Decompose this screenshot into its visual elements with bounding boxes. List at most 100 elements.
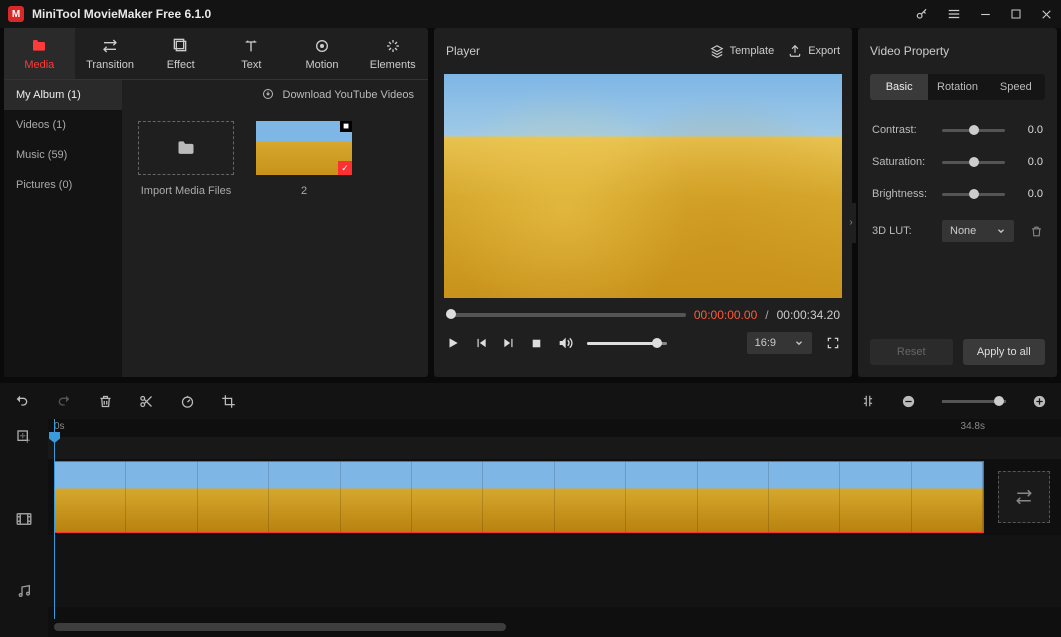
tab-effect-label: Effect [167,59,195,71]
contrast-label: Contrast: [872,124,932,136]
reset-button[interactable]: Reset [870,339,953,365]
video-track-icon [0,483,48,555]
download-label: Download YouTube Videos [283,89,415,101]
zoom-slider[interactable] [942,400,1006,403]
fit-button[interactable] [861,394,875,408]
title-bar: M MiniTool MovieMaker Free 6.1.0 [0,0,1061,28]
audio-track[interactable] [48,535,1061,607]
side-nav: My Album (1) Videos (1) Music (59) Pictu… [4,80,122,377]
redo-button[interactable] [56,393,72,409]
zoom-in-button[interactable] [1032,394,1047,409]
crop-button[interactable] [221,394,236,409]
add-track-button[interactable] [0,419,48,455]
key-icon[interactable] [915,7,929,21]
brightness-value: 0.0 [1015,188,1043,200]
next-frame-button[interactable] [502,336,516,350]
maximize-button[interactable] [1010,8,1022,20]
brightness-slider[interactable] [942,193,1005,196]
media-thumb-2[interactable]: ■ ✓ 2 [254,121,354,197]
volume-slider[interactable] [587,342,667,345]
tab-media[interactable]: Media [4,28,75,79]
ruler-start: 0s [54,421,65,432]
delete-button[interactable] [98,394,113,409]
stop-button[interactable] [530,337,543,350]
video-icon: ■ [340,121,352,132]
tab-basic[interactable]: Basic [870,74,928,100]
saturation-label: Saturation: [872,156,932,168]
import-media-button[interactable]: Import Media Files [136,121,236,197]
player-title: Player [446,44,696,58]
tab-text-label: Text [241,59,261,71]
aspect-select[interactable]: 16:9 [747,332,812,354]
split-button[interactable] [139,394,154,409]
lut-label: 3D LUT: [872,225,932,237]
effect-icon [172,37,190,55]
lut-select[interactable]: None [942,220,1014,242]
brightness-label: Brightness: [872,188,932,200]
tab-media-label: Media [24,59,54,71]
properties-pane: Video Property Basic Rotation Speed Cont… [858,28,1057,377]
ruler-end: 34.8s [961,421,985,432]
transition-placeholder[interactable] [998,471,1050,523]
fullscreen-button[interactable] [826,336,840,350]
timeline-scrollbar[interactable] [54,623,506,631]
timeline: 0s 34.8s [0,419,1061,637]
thumb-label: 2 [301,185,307,197]
playhead[interactable] [54,419,55,619]
contrast-value: 0.0 [1015,124,1043,136]
nav-pictures[interactable]: Pictures (0) [4,170,122,200]
tab-transition[interactable]: Transition [75,28,146,79]
timeline-toolbar [0,383,1061,419]
player-pane: Player Template Export 00:00:00.00 / 00:… [434,28,852,377]
motion-icon [313,37,331,55]
tab-elements-label: Elements [370,59,416,71]
text-icon [242,37,260,55]
export-button[interactable]: Export [788,44,840,58]
tab-text[interactable]: Text [216,28,287,79]
prev-frame-button[interactable] [474,336,488,350]
time-total: 00:00:34.20 [777,308,840,322]
props-title: Video Property [858,28,1057,74]
template-button[interactable]: Template [710,44,775,58]
volume-icon[interactable] [557,335,573,351]
app-logo-icon: M [8,6,24,22]
minimize-button[interactable] [979,8,992,21]
collapse-properties-button[interactable]: › [846,203,856,243]
tab-motion[interactable]: Motion [287,28,358,79]
time-current: 00:00:00.00 [694,308,757,322]
audio-track-icon [0,555,48,627]
transition-icon [101,37,119,55]
speed-button[interactable] [180,394,195,409]
menu-icon[interactable] [947,7,961,21]
video-clip[interactable] [54,461,984,533]
saturation-slider[interactable] [942,161,1005,164]
checkmark-icon: ✓ [338,161,352,175]
nav-music[interactable]: Music (59) [4,140,122,170]
import-label: Import Media Files [141,185,231,197]
tab-speed[interactable]: Speed [987,74,1045,100]
video-track[interactable] [48,461,1061,533]
undo-button[interactable] [14,393,30,409]
contrast-slider[interactable] [942,129,1005,132]
nav-videos[interactable]: Videos (1) [4,110,122,140]
nav-my-album[interactable]: My Album (1) [4,80,122,110]
play-button[interactable] [446,336,460,350]
saturation-value: 0.0 [1015,156,1043,168]
video-preview[interactable] [444,74,842,298]
folder-icon [30,37,48,55]
timeline-ruler[interactable]: 0s 34.8s [48,419,1061,435]
zoom-out-button[interactable] [901,394,916,409]
media-pane: Media Transition Effect Text Motion Elem… [4,28,428,377]
trash-icon[interactable] [1030,225,1043,238]
tab-elements[interactable]: Elements [357,28,428,79]
close-button[interactable] [1040,8,1053,21]
tab-motion-label: Motion [306,59,339,71]
scrub-bar[interactable] [446,313,686,317]
apply-all-button[interactable]: Apply to all [963,339,1046,365]
tab-rotation[interactable]: Rotation [928,74,986,100]
elements-icon [384,37,402,55]
tab-transition-label: Transition [86,59,134,71]
time-sep: / [765,308,768,322]
download-youtube-link[interactable]: Download YouTube Videos [122,80,428,109]
tab-effect[interactable]: Effect [145,28,216,79]
